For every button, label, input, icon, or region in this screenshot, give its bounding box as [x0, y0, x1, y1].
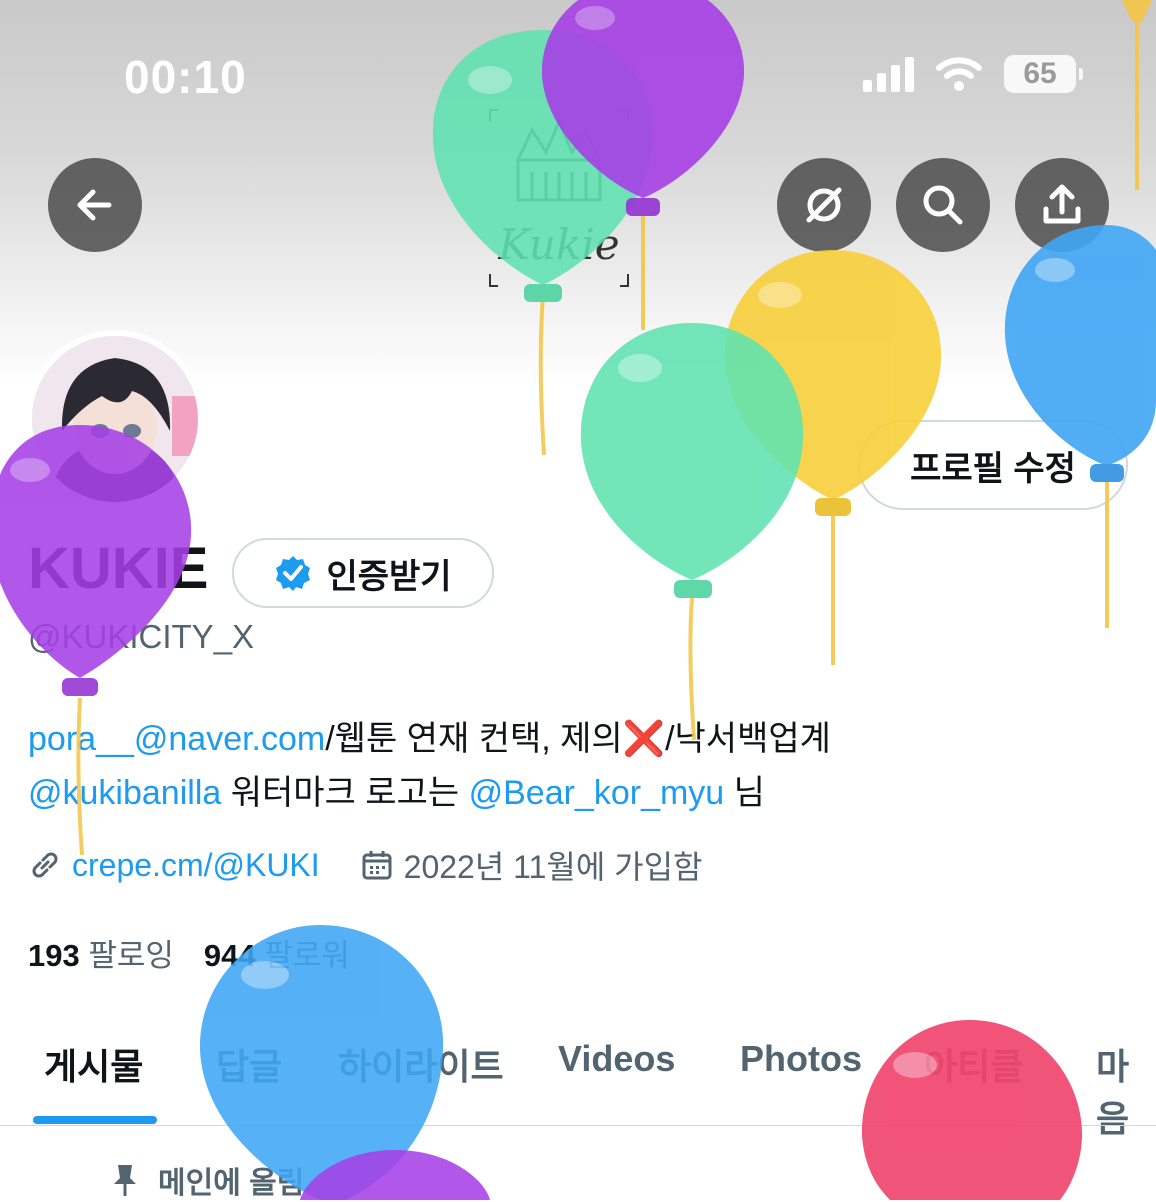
- tab-divider: [0, 1125, 1156, 1126]
- cellular-signal-icon: [863, 56, 914, 92]
- verified-badge-icon: [276, 556, 311, 591]
- tab-highlights[interactable]: 하이라이트: [338, 1038, 504, 1090]
- mention-link[interactable]: @kukibanilla: [28, 774, 221, 812]
- status-time: 00:10: [124, 51, 247, 103]
- website-link[interactable]: crepe.cm/@KUKI: [72, 847, 320, 884]
- following-label: 팔로잉: [88, 938, 174, 973]
- pin-icon: [114, 1165, 136, 1196]
- calendar-icon: [362, 851, 392, 880]
- search-button[interactable]: [896, 158, 990, 252]
- user-handle: @KUKICITY_X: [28, 618, 255, 655]
- bio-text: /웹툰 연재 컨택, 제의: [325, 720, 623, 758]
- get-verified-label: 인증받기: [326, 557, 452, 596]
- tab-replies[interactable]: 답글: [216, 1038, 282, 1090]
- share-button[interactable]: [1015, 158, 1109, 252]
- follow-stats: 193 팔로잉 944 팔로워: [28, 930, 350, 975]
- bio-text: /낙서백업계: [665, 720, 831, 758]
- bio-text: 님: [724, 774, 765, 812]
- link-icon: [32, 852, 58, 878]
- bio-line-1: pora__@naver.com/웹툰 연재 컨택, 제의❌/낙서백업계: [28, 712, 1118, 766]
- wifi-icon: [936, 57, 982, 91]
- following-count: 193: [28, 938, 80, 973]
- pinned-label: 메인에 올림: [158, 1167, 305, 1200]
- search-icon: [923, 185, 963, 225]
- tab-articles[interactable]: 아티클: [924, 1038, 1023, 1090]
- battery-indicator: 65: [1004, 55, 1083, 93]
- arrow-left-icon: [77, 189, 112, 221]
- get-verified-button[interactable]: 인증받기: [232, 538, 494, 608]
- following-link[interactable]: 193 팔로잉: [28, 930, 174, 975]
- email-link[interactable]: pora__@naver.com: [28, 720, 325, 758]
- share-icon: [1043, 184, 1081, 224]
- bio: pora__@naver.com/웹툰 연재 컨택, 제의❌/낙서백업계 @ku…: [28, 712, 1118, 820]
- bio-text: 워터마크 로고는: [221, 774, 469, 812]
- status-bar-icons: 65: [863, 55, 1083, 93]
- followers-count: 944: [203, 938, 256, 973]
- followers-link[interactable]: 944 팔로워: [204, 930, 350, 975]
- join-date-text: 2022년 11월에 가입함: [403, 849, 703, 885]
- avatar[interactable]: [26, 330, 204, 508]
- pinned-indicator: 메인에 올림: [110, 1158, 304, 1202]
- bio-line-2: @kukibanilla 워터마크 로고는 @Bear_kor_myu 님: [28, 766, 1118, 820]
- display-name: KUKIE: [28, 536, 209, 601]
- watermark-logo: Kukie: [488, 100, 630, 290]
- active-tab-indicator: [33, 1116, 157, 1124]
- tab-videos[interactable]: Videos: [558, 1038, 675, 1080]
- mention-link[interactable]: @Bear_kor_myu: [469, 774, 725, 812]
- tab-likes[interactable]: 마음: [1096, 1038, 1156, 1142]
- cross-mark-icon: ❌: [622, 720, 666, 758]
- balloon: [580, 323, 804, 741]
- join-date: 2022년 11월에 가입함: [360, 842, 703, 888]
- website[interactable]: crepe.cm/@KUKI: [28, 847, 320, 884]
- circle-slash-icon: [806, 187, 842, 223]
- logo-text: Kukie: [498, 220, 620, 269]
- avatar-illustration-icon: [32, 336, 198, 502]
- followers-label: 팔로워: [264, 938, 350, 973]
- balloon: [300, 1150, 490, 1200]
- tab-photos[interactable]: Photos: [740, 1038, 862, 1080]
- tab-posts[interactable]: 게시물: [44, 1038, 143, 1090]
- edit-profile-button[interactable]: 프로필 수정: [858, 420, 1128, 510]
- profile-tabs: 게시물 답글 하이라이트 Videos Photos 아티클 마음: [0, 1030, 1156, 1139]
- profile-meta: crepe.cm/@KUKI 2022년 11월에 가입함: [28, 842, 742, 888]
- grok-button[interactable]: [777, 158, 871, 252]
- back-button[interactable]: [48, 158, 142, 252]
